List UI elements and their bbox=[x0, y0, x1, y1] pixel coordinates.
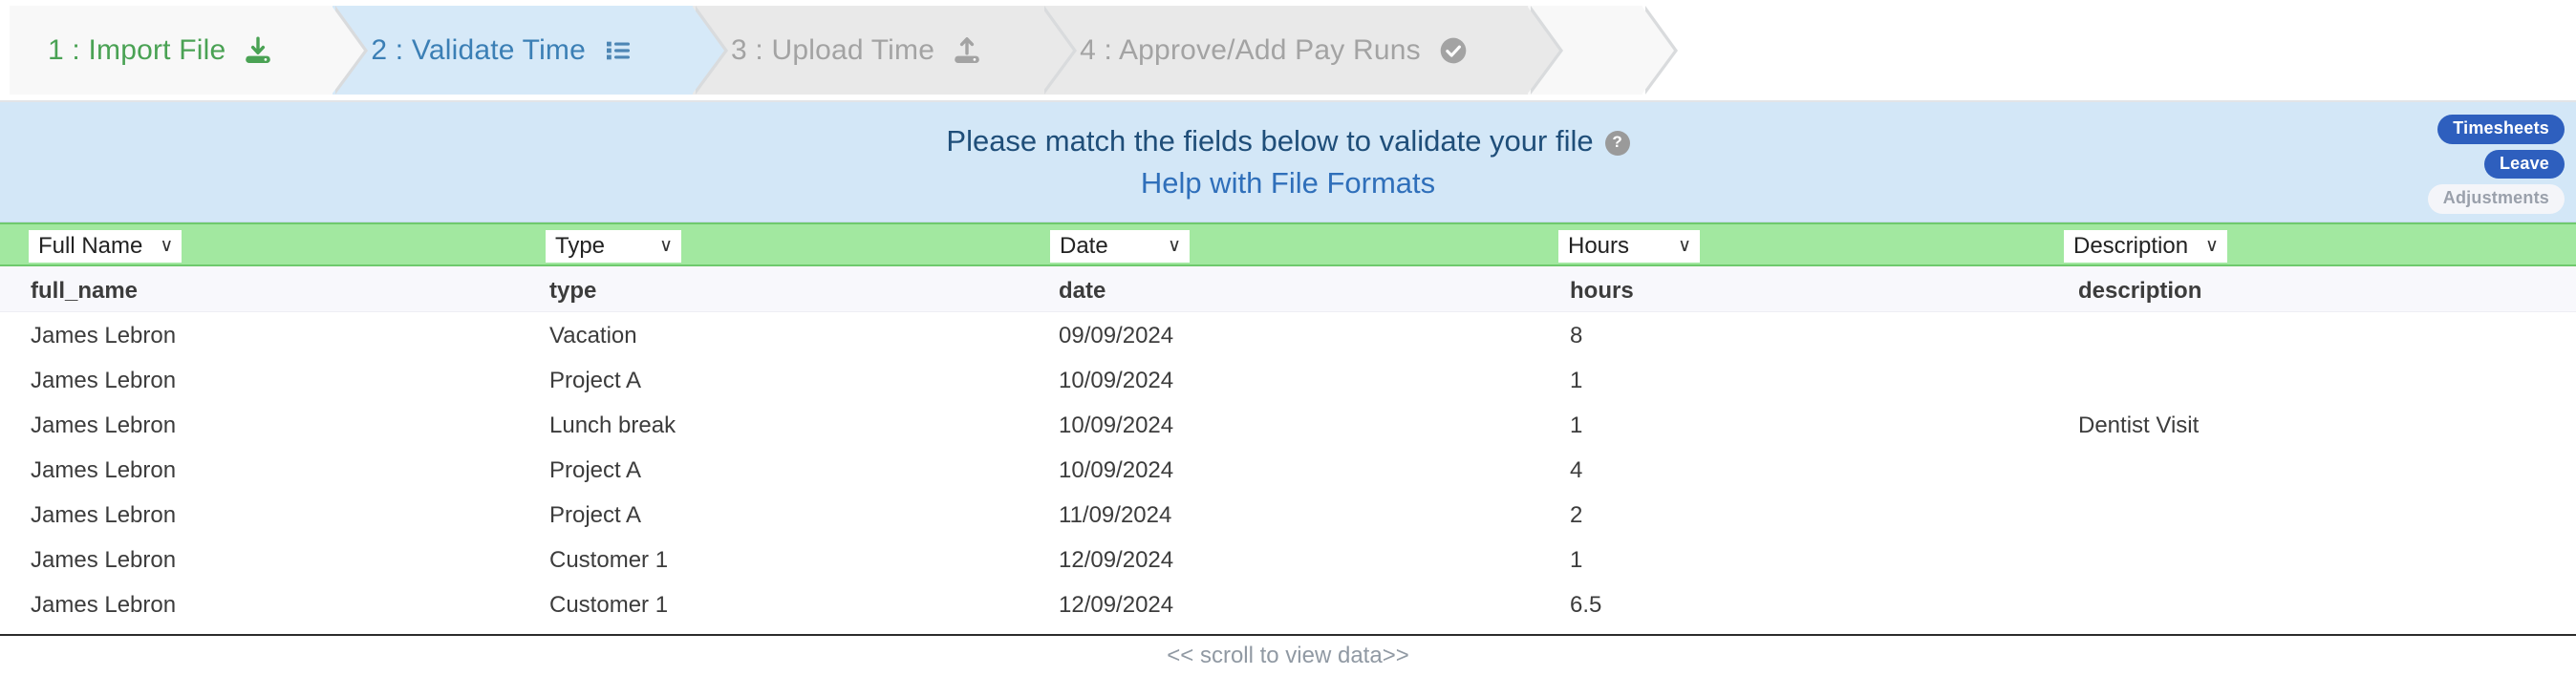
column-header-type: type bbox=[549, 278, 597, 304]
cell-type: Project A bbox=[549, 502, 642, 528]
help-icon[interactable]: ? bbox=[1604, 130, 1630, 156]
cell-date: 12/09/2024 bbox=[1059, 547, 1174, 573]
cell-full-name: James Lebron bbox=[31, 323, 177, 349]
mapping-select-full-name[interactable]: Full Name ∨ bbox=[29, 230, 182, 263]
help-with-file-formats-link[interactable]: Help with File Formats bbox=[1141, 166, 1435, 201]
import-wizard-page: 1 : Import File 2 : Validate Time 3: Up… bbox=[0, 0, 2576, 676]
badge-adjustments[interactable]: Adjustments bbox=[2427, 184, 2565, 214]
mapping-select-type[interactable]: Type ∨ bbox=[546, 230, 681, 263]
cell-hours: 1 bbox=[1570, 412, 1583, 438]
wizard-step-approve-add-pay-runs[interactable]: 4 : Approve/Add Pay Runs bbox=[1041, 6, 1563, 95]
wizard-step-label: 1 : Import File bbox=[48, 33, 226, 66]
cell-date: 09/09/2024 bbox=[1059, 323, 1174, 349]
cell-type: Customer 1 bbox=[549, 592, 669, 618]
mapping-cell-description: Description ∨ bbox=[2064, 230, 2227, 263]
column-header-date: date bbox=[1059, 278, 1106, 304]
wizard-step-label: 3 : Upload Time bbox=[731, 33, 935, 66]
cell-date: 11/09/2024 bbox=[1059, 502, 1172, 528]
mapping-cell-full-name: Full Name ∨ bbox=[29, 230, 182, 263]
table-row: James Lebron Vacation 09/09/2024 8 bbox=[0, 312, 2576, 357]
cell-full-name: James Lebron bbox=[31, 502, 177, 528]
cell-type: Project A bbox=[549, 457, 642, 483]
preview-table: full_name type date hours description Ja… bbox=[0, 266, 2576, 626]
chevron-down-icon: ∨ bbox=[160, 235, 174, 256]
instruction-banner: Please match the fields below to validat… bbox=[0, 102, 2576, 222]
field-mapping-row: Full Name ∨ Type ∨ Date ∨ Hours ∨ Descri bbox=[0, 222, 2576, 266]
mapping-cell-hours: Hours ∨ bbox=[1558, 230, 1700, 263]
upload-icon bbox=[950, 33, 984, 68]
cell-full-name: James Lebron bbox=[31, 457, 177, 483]
table-row: James Lebron Project A 10/09/2024 1 bbox=[0, 357, 2576, 402]
wizard-step-label: 2 : Validate Time bbox=[371, 33, 587, 66]
table-row: James Lebron Customer 1 12/09/2024 6.5 bbox=[0, 581, 2576, 626]
table-row: James Lebron Project A 10/09/2024 4 bbox=[0, 447, 2576, 492]
table-header-row: full_name type date hours description bbox=[0, 266, 2576, 312]
instruction-text: Please match the fields below to validat… bbox=[946, 123, 1594, 158]
cell-description: Dentist Visit bbox=[2078, 412, 2200, 438]
wizard-step-import-file[interactable]: 1 : Import File bbox=[10, 6, 369, 95]
cell-type: Project A bbox=[549, 368, 642, 393]
mapping-cell-type: Type ∨ bbox=[546, 230, 681, 263]
table-footer: << scroll to view data>> bbox=[0, 634, 2576, 676]
cell-date: 10/09/2024 bbox=[1059, 457, 1174, 483]
column-header-description: description bbox=[2078, 278, 2202, 304]
check-circle-icon bbox=[1436, 33, 1470, 68]
cell-date: 10/09/2024 bbox=[1059, 412, 1174, 438]
mapping-select-value: Hours bbox=[1568, 233, 1630, 259]
cell-full-name: James Lebron bbox=[31, 547, 177, 573]
cell-hours: 4 bbox=[1570, 457, 1583, 483]
mapping-select-value: Description bbox=[2073, 233, 2189, 259]
cell-full-name: James Lebron bbox=[31, 368, 177, 393]
chevron-down-icon: ∨ bbox=[659, 235, 673, 256]
cell-type: Vacation bbox=[549, 323, 637, 349]
table-row: James Lebron Customer 1 12/09/2024 1 bbox=[0, 537, 2576, 581]
badge-leave[interactable]: Leave bbox=[2483, 149, 2565, 180]
chevron-down-icon: ∨ bbox=[1678, 235, 1691, 256]
mapping-select-value: Date bbox=[1060, 233, 1108, 259]
download-icon bbox=[241, 33, 275, 68]
column-header-full-name: full_name bbox=[31, 278, 139, 304]
instruction-headline: Please match the fields below to validat… bbox=[946, 123, 1630, 158]
chevron-down-icon: ∨ bbox=[1168, 235, 1181, 256]
cell-type: Lunch break bbox=[549, 412, 676, 438]
list-icon bbox=[601, 33, 635, 68]
badge-timesheets[interactable]: Timesheets bbox=[2437, 115, 2565, 144]
cell-hours: 2 bbox=[1570, 502, 1583, 528]
cell-hours: 6.5 bbox=[1570, 592, 1602, 618]
table-row: James Lebron Lunch break 10/09/2024 1 De… bbox=[0, 402, 2576, 447]
chevron-down-icon: ∨ bbox=[2205, 235, 2219, 256]
mapping-select-description[interactable]: Description ∨ bbox=[2064, 230, 2227, 263]
mapping-select-date[interactable]: Date ∨ bbox=[1050, 230, 1190, 263]
scroll-hint[interactable]: << scroll to view data>> bbox=[1167, 643, 1408, 669]
wizard-step-label: 4 : Approve/Add Pay Runs bbox=[1080, 33, 1421, 66]
cell-hours: 8 bbox=[1570, 323, 1583, 349]
cell-full-name: James Lebron bbox=[31, 592, 177, 618]
mapping-select-hours[interactable]: Hours ∨ bbox=[1558, 230, 1700, 263]
cell-hours: 1 bbox=[1570, 368, 1583, 393]
cell-full-name: James Lebron bbox=[31, 412, 177, 438]
file-type-badges: Timesheets Leave Adjustments bbox=[2427, 115, 2565, 214]
mapping-cell-date: Date ∨ bbox=[1050, 230, 1190, 263]
wizard-step-upload-time[interactable]: 3 : Upload Time bbox=[693, 6, 1078, 95]
mapping-select-value: Full Name bbox=[38, 233, 143, 259]
cell-date: 12/09/2024 bbox=[1059, 592, 1174, 618]
wizard-step-validate-time[interactable]: 2 : Validate Time bbox=[333, 6, 728, 95]
column-header-hours: hours bbox=[1570, 278, 1634, 304]
cell-type: Customer 1 bbox=[549, 547, 669, 573]
wizard-steps-bar: 1 : Import File 2 : Validate Time 3: Up… bbox=[0, 0, 2576, 102]
mapping-select-value: Type bbox=[555, 233, 606, 259]
cell-date: 10/09/2024 bbox=[1059, 368, 1174, 393]
table-row: James Lebron Project A 11/09/2024 2 bbox=[0, 492, 2576, 537]
cell-hours: 1 bbox=[1570, 547, 1583, 573]
